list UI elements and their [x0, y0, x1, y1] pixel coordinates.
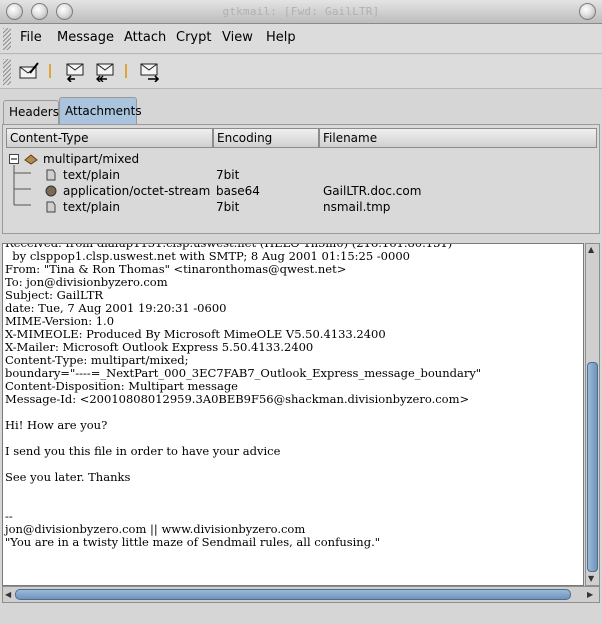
reply-button[interactable] — [63, 60, 85, 83]
horizontal-scrollbar[interactable]: ◀ ▶ — [2, 586, 600, 603]
compose-icon — [19, 62, 39, 79]
compose-button[interactable] — [18, 60, 40, 82]
window-title: gtkmail: [Fwd: GailLTR] — [222, 5, 380, 18]
menu-crypt[interactable]: Crypt — [176, 30, 211, 45]
vertical-scroll-thumb[interactable] — [587, 362, 598, 572]
forward-button[interactable] — [139, 60, 161, 83]
text-file-icon — [46, 169, 56, 181]
row-encoding: base64 — [216, 184, 260, 198]
message-body[interactable]: Received: from dialup1131.clsp.uswest.ne… — [2, 243, 584, 586]
row-filename: GailLTR.doc.com — [323, 184, 422, 198]
toolbar — [0, 55, 602, 89]
row-encoding: 7bit — [216, 200, 240, 214]
collapse-icon[interactable] — [9, 154, 19, 164]
row-content-type: text/plain — [63, 168, 120, 182]
scroll-up-arrow-icon[interactable]: ▲ — [588, 245, 594, 255]
row-filename: nsmail.tmp — [323, 200, 391, 214]
menubar-grip-handle[interactable] — [3, 28, 11, 50]
reply-all-icon — [96, 63, 114, 83]
menu-message[interactable]: Message — [57, 30, 114, 45]
message-line: I send you this file in order to have yo… — [5, 444, 281, 458]
tree-row[interactable]: text/plain 7bit nsmail.tmp — [3, 199, 599, 215]
menu-help[interactable]: Help — [266, 30, 296, 45]
reply-icon — [66, 63, 84, 83]
vertical-scrollbar[interactable]: ▲ ▼ — [585, 243, 600, 586]
forward-icon — [140, 63, 160, 83]
tree-row[interactable]: text/plain 7bit — [3, 167, 599, 183]
tree-row-root[interactable]: multipart/mixed — [3, 151, 599, 167]
title-bar[interactable]: gtkmail: [Fwd: GailLTR] — [0, 0, 602, 24]
tab-headers[interactable]: Headers — [3, 100, 59, 124]
menu-file[interactable]: File — [20, 30, 42, 45]
menu-bar: File Message Attach Crypt View Help — [0, 24, 602, 54]
horizontal-scroll-thumb[interactable] — [15, 589, 571, 600]
reply-all-button[interactable] — [93, 60, 115, 83]
message-line: Message-Id: <20010808012959.3A0BEB9F56@s… — [5, 392, 470, 406]
column-header-encoding[interactable]: Encoding — [213, 128, 319, 148]
scroll-left-arrow-icon[interactable]: ◀ — [5, 590, 11, 600]
menu-attach[interactable]: Attach — [124, 30, 166, 45]
menu-view[interactable]: View — [222, 30, 253, 45]
close-button[interactable] — [579, 3, 596, 20]
root-content-type: multipart/mixed — [43, 152, 140, 166]
tab-attachments[interactable]: Attachments — [59, 97, 142, 125]
message-line: Hi! How are you? — [5, 418, 108, 432]
multipart-icon — [24, 154, 38, 165]
tree-row[interactable]: application/octet-stream base64 GailLTR.… — [3, 183, 599, 199]
toolbar-separator — [49, 64, 51, 78]
text-file-icon — [46, 201, 56, 213]
row-content-type: text/plain — [63, 200, 120, 214]
scroll-down-arrow-icon[interactable]: ▼ — [588, 574, 594, 584]
row-content-type: application/octet-stream — [63, 184, 211, 198]
message-line: "You are in a twisty little maze of Send… — [5, 535, 381, 549]
toolbar-grip-handle[interactable] — [3, 59, 11, 85]
toolbar-separator — [125, 64, 127, 78]
column-header-filename[interactable]: Filename — [319, 128, 597, 148]
scroll-right-arrow-icon[interactable]: ▶ — [587, 590, 593, 600]
row-encoding: 7bit — [216, 168, 240, 182]
attachments-tree: Content-Type Encoding Filename multipart… — [2, 124, 600, 234]
message-line: See you later. Thanks — [5, 470, 131, 484]
binary-file-icon — [45, 185, 57, 197]
